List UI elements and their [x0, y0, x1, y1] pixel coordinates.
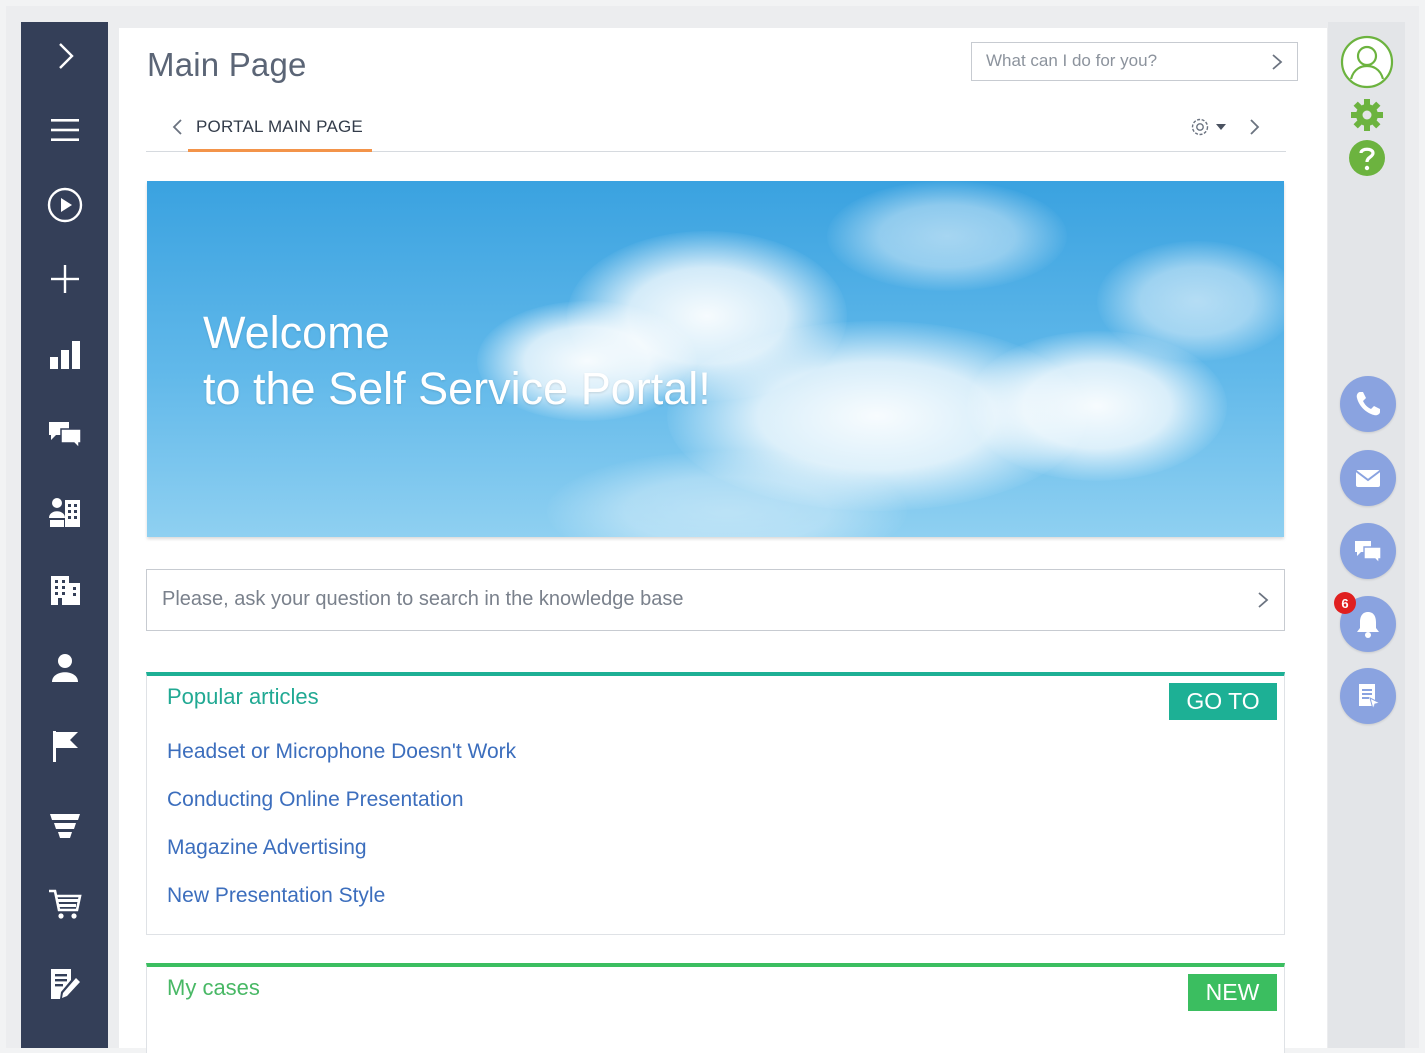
gear-icon [1191, 118, 1209, 136]
banner-heading: Welcome to the Self Service Portal! [203, 305, 711, 417]
popular-articles-panel: Popular articles GO TO Headset or Microp… [146, 672, 1285, 935]
popular-articles-title: Popular articles [167, 684, 319, 709]
settings-icon[interactable] [1348, 96, 1386, 134]
contact-icon[interactable] [21, 638, 108, 698]
chevron-left-icon[interactable] [170, 117, 184, 137]
banner-line-1: Welcome [203, 307, 390, 358]
chart-icon[interactable] [21, 325, 108, 385]
tab-portal-main-page[interactable]: PORTAL MAIN PAGE [188, 108, 372, 152]
accounts-icon[interactable] [21, 482, 108, 542]
help-icon[interactable] [1348, 139, 1386, 177]
chevron-right-icon[interactable] [1256, 589, 1270, 611]
phone-icon [1356, 392, 1380, 416]
command-input[interactable] [972, 43, 1242, 79]
cloud [827, 181, 1067, 291]
go-to-button[interactable]: GO TO [1169, 683, 1277, 720]
notification-count-badge: 6 [1334, 592, 1356, 614]
article-link[interactable]: Magazine Advertising [167, 836, 367, 860]
edit-document-icon[interactable] [21, 954, 108, 1014]
flag-icon[interactable] [21, 716, 108, 776]
tab-label: PORTAL MAIN PAGE [196, 117, 363, 136]
tab-settings-button[interactable] [1188, 114, 1234, 140]
right-sidebar: 6 [1328, 22, 1405, 1048]
email-button[interactable] [1340, 450, 1396, 506]
feed-icon [1359, 684, 1382, 711]
knowledge-base-search [146, 569, 1285, 631]
page-title: Main Page [147, 46, 307, 83]
phone-button[interactable] [1340, 376, 1396, 432]
notifications-button[interactable]: 6 [1334, 592, 1396, 652]
chat-button[interactable] [1340, 523, 1396, 579]
article-link[interactable]: Headset or Microphone Doesn't Work [167, 740, 516, 764]
chat-icon [1355, 541, 1382, 565]
cart-icon[interactable] [21, 874, 108, 934]
email-icon [1355, 470, 1381, 487]
tab-bar: PORTAL MAIN PAGE [146, 108, 1286, 152]
new-case-button[interactable]: NEW [1188, 974, 1277, 1011]
caret-down-icon [1216, 124, 1226, 130]
building-icon[interactable] [21, 560, 108, 620]
my-cases-panel: My cases NEW [146, 963, 1285, 1053]
bell-icon [1357, 612, 1379, 638]
welcome-banner: Welcome to the Self Service Portal! [147, 181, 1284, 537]
chevron-right-icon[interactable] [1248, 117, 1262, 137]
knowledge-base-search-input[interactable] [147, 570, 1207, 628]
feed-button[interactable] [1340, 668, 1396, 724]
command-line [971, 42, 1298, 81]
cloud [1097, 241, 1284, 361]
chevron-right-icon[interactable] [1267, 51, 1287, 73]
left-sidebar [21, 22, 108, 1048]
funnel-icon[interactable] [21, 794, 108, 854]
main-content: Main Page PORTAL MAIN PAGE Welcome to th… [119, 28, 1327, 1053]
my-cases-title: My cases [167, 975, 260, 1000]
chat-icon[interactable] [21, 403, 108, 463]
expand-icon[interactable] [21, 26, 108, 86]
profile-icon[interactable] [1340, 35, 1394, 89]
plus-icon[interactable] [21, 249, 108, 309]
article-link[interactable]: New Presentation Style [167, 884, 385, 908]
article-link[interactable]: Conducting Online Presentation [167, 788, 464, 812]
menu-icon[interactable] [21, 100, 108, 160]
banner-line-2: to the Self Service Portal! [203, 363, 711, 414]
play-icon[interactable] [21, 175, 108, 235]
